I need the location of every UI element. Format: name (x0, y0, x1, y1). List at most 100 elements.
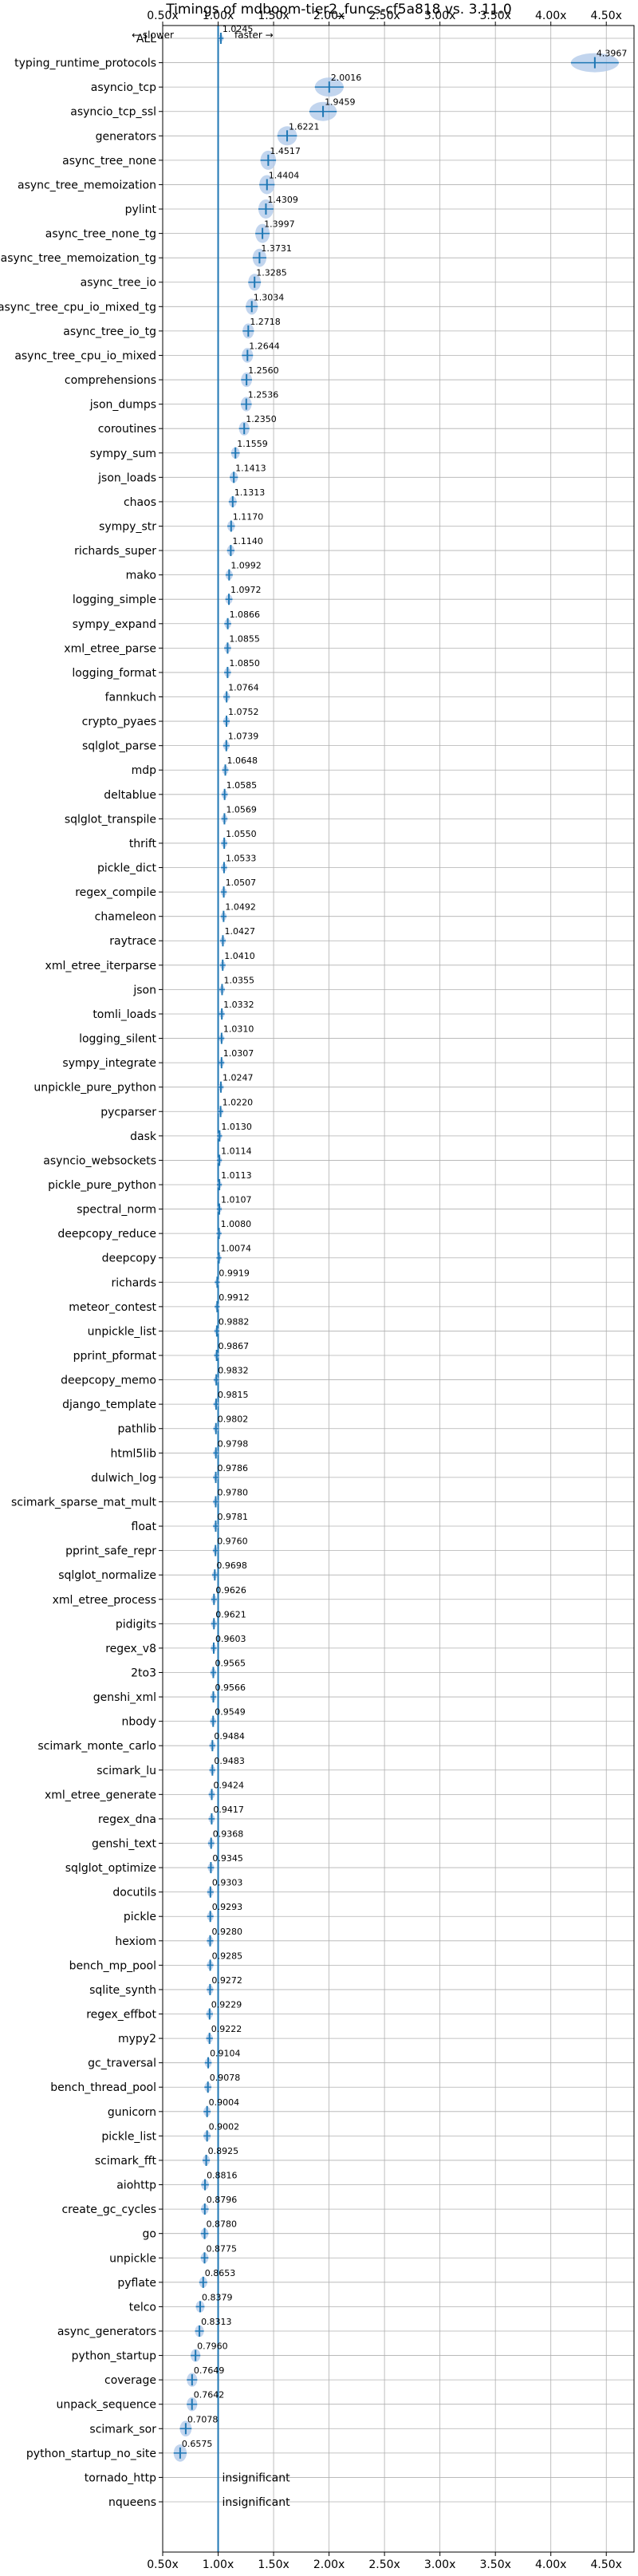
benchmark-label: async_generators (57, 2326, 156, 2338)
value-label: 0.9867 (219, 1341, 250, 1351)
benchmark-label: 2to3 (131, 1667, 156, 1679)
value-label: 1.3034 (254, 292, 285, 302)
value-label: 0.8313 (201, 2317, 232, 2327)
value-label: 0.9780 (217, 1487, 248, 1497)
benchmark-label: mako (126, 570, 156, 582)
benchmark-label: fannkuch (105, 692, 156, 704)
value-label: 2.0016 (331, 73, 362, 83)
benchmark-label: nbody (122, 1716, 157, 1729)
benchmark-label: sqlglot_parse (82, 740, 156, 753)
value-label: 0.7649 (194, 2365, 224, 2376)
benchmark-label: thrift (129, 838, 157, 850)
benchmark-label: async_tree_cpu_io_mixed (14, 349, 156, 362)
value-label: 0.8816 (207, 2171, 238, 2181)
benchmark-label: json_dumps (89, 399, 156, 412)
x-tick-label: 3.00x (424, 2558, 455, 2571)
benchmark-label: typing_runtime_protocols (14, 57, 156, 70)
value-label: 1.0507 (226, 878, 257, 888)
value-label: 0.9293 (212, 1902, 243, 1912)
value-label: 0.9549 (215, 1707, 246, 1718)
benchmark-label: deepcopy_reduce (57, 1228, 156, 1241)
benchmark-label: chameleon (95, 911, 156, 924)
benchmark-label: pickle (124, 1911, 156, 1923)
benchmark-label: django_template (62, 1398, 156, 1411)
benchmark-label: sqlite_synth (89, 1984, 156, 1997)
x-tick-label: 3.50x (479, 2558, 510, 2571)
value-label: 0.7960 (197, 2341, 228, 2352)
benchmark-label: scimark_lu (96, 1765, 156, 1777)
insignificant-label: insignificant (223, 2496, 291, 2509)
benchmark-label: coroutines (98, 423, 156, 436)
benchmark-label: xml_etree_parse (64, 642, 156, 655)
value-label: 0.9424 (214, 1780, 245, 1790)
value-label: 1.0850 (229, 658, 260, 669)
benchmark-label: sympy_sum (90, 448, 156, 460)
value-label: 0.9345 (212, 1853, 243, 1864)
x-tick-label: 2.50x (368, 10, 400, 22)
value-label: 1.0533 (226, 854, 257, 864)
benchmark-label: scimark_monte_carlo (37, 1740, 156, 1753)
value-label: 1.1413 (235, 463, 266, 473)
value-label: 1.2350 (246, 414, 277, 424)
benchmark-label: asyncio_websockets (43, 1154, 156, 1167)
benchmark-label: regex_compile (75, 886, 156, 899)
benchmark-label: xml_etree_process (53, 1594, 156, 1607)
value-label: 0.9565 (215, 1658, 246, 1668)
value-label: 1.2560 (248, 365, 279, 376)
benchmark-label: asyncio_tcp (91, 81, 156, 94)
x-tick-label: 4.50x (591, 2558, 622, 2571)
value-label: 1.3997 (264, 219, 295, 230)
benchmark-label: gc_traversal (88, 2057, 156, 2070)
value-label: 1.1170 (233, 511, 264, 522)
benchmark-label: regex_v8 (105, 1643, 156, 1655)
benchmark-label: richards_super (74, 545, 156, 558)
value-label: 0.9919 (219, 1268, 250, 1278)
benchmark-label: scimark_sparse_mat_mult (11, 1496, 156, 1509)
benchmark-label: sympy_expand (73, 618, 156, 631)
benchmark-label: unpickle_list (88, 1325, 157, 1338)
benchmark-label: raytrace (109, 935, 156, 948)
benchmark-label: go (143, 2228, 156, 2241)
value-label: 1.0332 (223, 1000, 254, 1010)
value-label: 0.9104 (210, 2049, 241, 2059)
benchmark-label: pickle_dict (97, 862, 157, 875)
value-label: 1.0739 (228, 732, 259, 742)
x-tick-label: 1.50x (258, 10, 289, 22)
x-tick-label: 2.00x (313, 10, 345, 22)
benchmark-label: async_tree_io (81, 277, 156, 290)
benchmark-label: aiohttp (116, 2180, 156, 2192)
benchmark-label: ALL (136, 33, 156, 45)
benchmark-label: genshi_text (92, 1837, 157, 1850)
benchmark-label: tornado_http (85, 2471, 156, 2484)
value-label: 0.9229 (211, 2000, 242, 2010)
benchmark-label: gunicorn (108, 2106, 156, 2119)
benchmark-label: python_startup (72, 2350, 156, 2363)
value-label: 0.9417 (213, 1805, 244, 1815)
x-tick-label: 4.00x (535, 10, 566, 22)
value-label: 1.0569 (226, 804, 257, 815)
benchmark-rows: 1.02454.39672.00161.94591.62211.45171.44… (173, 24, 627, 2552)
benchmark-label: generators (96, 130, 156, 143)
value-label: 0.9484 (214, 1731, 245, 1742)
benchmark-label: create_gc_cycles (61, 2203, 156, 2216)
benchmark-label: tomli_loads (93, 1008, 156, 1021)
benchmark-label: crypto_pyaes (82, 716, 156, 728)
value-label: 0.9786 (218, 1463, 249, 1473)
value-label: 1.0866 (230, 609, 261, 620)
x-tick-label: 0.50x (147, 2558, 178, 2571)
value-label: 1.2644 (249, 341, 280, 351)
value-label: 0.9798 (218, 1438, 249, 1449)
value-label: 1.0130 (221, 1122, 252, 1132)
benchmark-label: unpickle_pure_python (33, 1082, 156, 1095)
value-label: 1.0585 (226, 780, 258, 791)
value-label: 0.9280 (212, 1927, 243, 1937)
benchmark-label: docutils (112, 1887, 156, 1899)
value-label: 1.0992 (230, 561, 262, 571)
value-label: 1.0113 (221, 1170, 252, 1181)
value-label: 1.1140 (232, 536, 263, 546)
value-label: 1.0074 (221, 1244, 252, 1254)
benchmark-label: mypy2 (118, 2033, 156, 2045)
benchmark-label: pylint (125, 203, 157, 216)
value-label: 1.0247 (223, 1073, 254, 1083)
value-label: 1.0648 (227, 755, 258, 766)
